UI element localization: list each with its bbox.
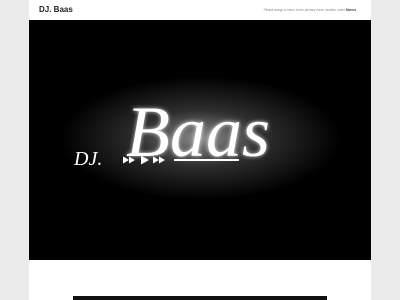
menu-notice: Please assign a menu to the primary menu… [263, 8, 357, 12]
site-header: DJ. Baas Please assign a menu to the pri… [29, 0, 371, 20]
menu-notice-text: Please assign a menu to the primary menu… [263, 8, 346, 12]
dj-baas-logo: Baas DJ. Baas [61, 76, 341, 200]
menus-link[interactable]: Menus [346, 8, 356, 12]
logo-prefix: DJ. [73, 148, 102, 170]
hero-banner: Baas DJ. Baas [29, 20, 371, 260]
site-title[interactable]: DJ. Baas [39, 5, 73, 14]
content-bar [73, 296, 327, 300]
page-container: DJ. Baas Please assign a menu to the pri… [29, 0, 371, 300]
